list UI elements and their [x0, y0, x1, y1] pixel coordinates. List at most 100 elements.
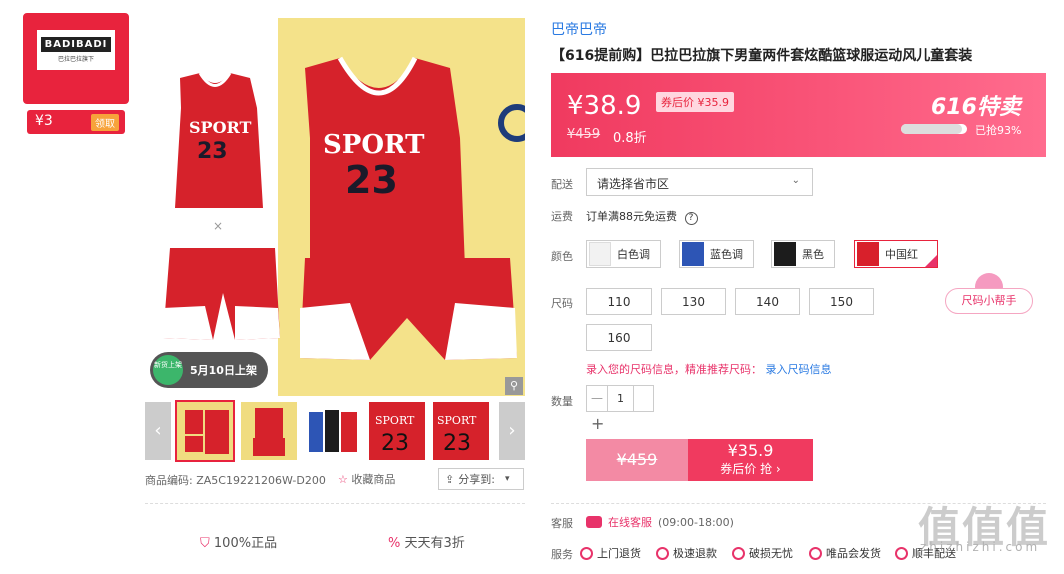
check-icon — [895, 546, 908, 560]
coupon-claim-button[interactable]: 领取 — [91, 114, 119, 131]
favorite-label: 收藏商品 — [351, 473, 396, 486]
color-label: 颜色 — [551, 250, 573, 263]
launch-date-text: 5月10日上架 — [190, 364, 257, 377]
customer-service-label: 客服 — [551, 517, 573, 530]
percent-icon: % — [388, 536, 401, 551]
quantity-input[interactable]: 1 — [607, 386, 634, 411]
help-icon[interactable]: ? — [684, 212, 698, 225]
color-swatch — [857, 242, 879, 266]
current-price: ¥38.9 — [567, 91, 642, 121]
color-option-label: 中国红 — [885, 248, 918, 261]
svg-text:×: × — [213, 219, 223, 233]
jersey-large: SPORT 23 — [305, 56, 465, 268]
chevron-right-icon[interactable]: › — [499, 402, 525, 460]
thumbnail[interactable]: SPORT 23 — [433, 402, 489, 460]
customer-service: 在线客服 (09:00-18:00) — [586, 514, 734, 530]
price-box: ¥38.9 券后价 ¥35.9 ¥459 0.8折 616特卖 已抢93% — [551, 73, 1046, 157]
size-option-110[interactable]: 110 — [586, 288, 652, 315]
quantity-increase-button[interactable]: + — [591, 414, 604, 433]
product-title: 【616提前购】巴拉巴拉旗下男童两件套炫酷篮球服运动风儿童套装 — [551, 48, 973, 64]
color-option-red[interactable]: 中国红 — [854, 240, 938, 268]
sold-progress-bar — [901, 124, 967, 134]
discount-guarantee: % 天天有3折 — [388, 532, 465, 551]
color-option-white[interactable]: 白色调 — [586, 240, 661, 268]
thumbnail-strip: ‹ SPORT 23 SPORT 23 › — [145, 400, 525, 462]
divider — [145, 503, 525, 504]
chevron-down-icon: ▾ — [504, 474, 510, 484]
service-item-label: 唯品会发货 — [826, 547, 881, 560]
discount-rate: 0.8折 — [613, 131, 647, 146]
promo-logo: 616特卖 — [931, 95, 1021, 120]
chevron-left-icon[interactable]: ‹ — [145, 402, 171, 460]
check-icon — [732, 546, 745, 560]
size-info-link[interactable]: 录入尺码信息 — [766, 363, 832, 376]
thumbnail[interactable] — [175, 400, 235, 462]
service-item: 唯品会发货 — [809, 545, 881, 561]
share-icon: ⇪ — [445, 472, 455, 486]
jersey-small: SPORT 23 — [175, 72, 263, 208]
check-icon — [656, 546, 669, 560]
size-note-text: 录入您的尺码信息，精准推荐尺码： — [586, 363, 762, 376]
size-note: 录入您的尺码信息，精准推荐尺码： 录入尺码信息 — [586, 361, 832, 377]
after-coupon-price: 券后价 ¥35.9 — [656, 92, 734, 112]
product-illustration: SPORT 23 × SPORT 23 — [145, 18, 525, 396]
selected-check-icon — [925, 255, 937, 267]
authentic-label: 100%正品 — [213, 536, 278, 551]
quantity-decrease-button[interactable]: — — [587, 386, 607, 411]
site-watermark: 值值值 zhizhizhi.com — [918, 494, 1050, 555]
service-item: 上门退货 — [580, 545, 641, 561]
svg-text:SPORT: SPORT — [437, 414, 477, 427]
color-option-label: 蓝色调 — [710, 248, 743, 261]
service-item: 极速退款 — [656, 545, 717, 561]
brand-link[interactable]: 巴帝巴帝 — [551, 19, 607, 39]
discount-label: 天天有3折 — [404, 536, 465, 551]
thumbnail[interactable]: SPORT 23 — [369, 402, 425, 460]
color-option-blue[interactable]: 蓝色调 — [679, 240, 754, 268]
svg-text:23: 23 — [197, 139, 228, 164]
favorite-button[interactable]: ☆ 收藏商品 — [338, 471, 395, 487]
online-service-link[interactable]: 在线客服 — [608, 514, 652, 530]
size-helper-button[interactable]: 尺码小帮手 — [945, 288, 1033, 314]
size-label: 尺码 — [551, 297, 573, 310]
authentic-guarantee: ⛉ 100%正品 — [200, 532, 277, 551]
svg-text:SPORT: SPORT — [323, 130, 425, 160]
delivery-label: 配送 — [551, 178, 573, 191]
shipping-text: 订单满88元免运费 — [586, 210, 677, 223]
color-option-black[interactable]: 黑色 — [771, 240, 835, 268]
thumbnail[interactable] — [241, 402, 297, 460]
store-card[interactable]: BADIBADI 巴拉巴拉旗下 — [23, 13, 129, 104]
sku-value: ZA5C19221206W-D200 — [196, 474, 326, 487]
svg-text:23: 23 — [381, 431, 409, 456]
service-item-label: 破损无忧 — [749, 547, 793, 560]
magnifier-icon[interactable]: ⚲ — [505, 377, 523, 395]
delivery-region-select[interactable]: 请选择省市区 ⌄ — [586, 168, 813, 196]
color-option-label: 黑色 — [802, 248, 824, 261]
shipping-info: 订单满88元免运费 ? — [586, 208, 698, 225]
quantity-label: 数量 — [551, 395, 573, 408]
sku-line: 商品编码: ZA5C19221206W-D200 — [145, 472, 326, 488]
service-item-label: 极速退款 — [673, 547, 717, 560]
size-option-150[interactable]: 150 — [809, 288, 874, 315]
original-price: ¥459 — [567, 127, 601, 142]
service-hours: (09:00-18:00) — [658, 515, 734, 529]
coupon-amount: ¥3 — [35, 113, 53, 129]
shield-icon: ⛉ — [200, 536, 210, 551]
delivery-placeholder: 请选择省市区 — [597, 177, 670, 191]
main-product-image[interactable]: SPORT 23 × SPORT 23 — [145, 18, 525, 396]
size-option-130[interactable]: 130 — [661, 288, 726, 315]
size-option-160[interactable]: 160 — [586, 324, 652, 351]
share-button[interactable]: ⇪ 分享到: ▾ — [438, 468, 524, 490]
store-logo-text: BADIBADI — [40, 37, 112, 52]
buy-original-price-button[interactable]: ¥459 — [586, 439, 688, 481]
store-coupon[interactable]: ¥3 领取 — [27, 110, 125, 134]
chat-icon — [586, 516, 602, 528]
shipping-label: 运费 — [551, 210, 573, 223]
service-item: 破损无忧 — [732, 545, 793, 561]
check-icon — [580, 546, 593, 560]
thumbnail[interactable] — [305, 402, 361, 460]
shorts-large — [300, 258, 517, 360]
buy-coupon-button[interactable]: ¥35.9 券后价 抢 › — [688, 439, 813, 481]
svg-text:SPORT: SPORT — [189, 118, 252, 137]
color-swatch — [589, 242, 611, 266]
size-option-140[interactable]: 140 — [735, 288, 800, 315]
